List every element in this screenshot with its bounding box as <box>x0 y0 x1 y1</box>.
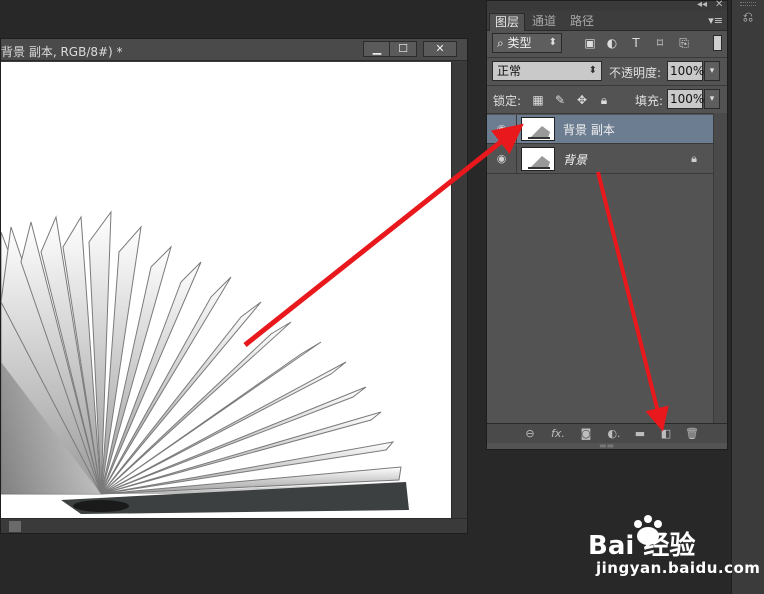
watermark-logo-text: Bai 经验 <box>588 530 695 561</box>
arrow-to-new-layer-button <box>596 171 669 432</box>
baidu-jingyan-logo: Bai 经验 <box>588 515 695 561</box>
annotation-arrows <box>243 123 669 432</box>
watermark-url: jingyan.baidu.com <box>596 559 761 577</box>
arrow-to-copy-layer <box>243 123 524 347</box>
